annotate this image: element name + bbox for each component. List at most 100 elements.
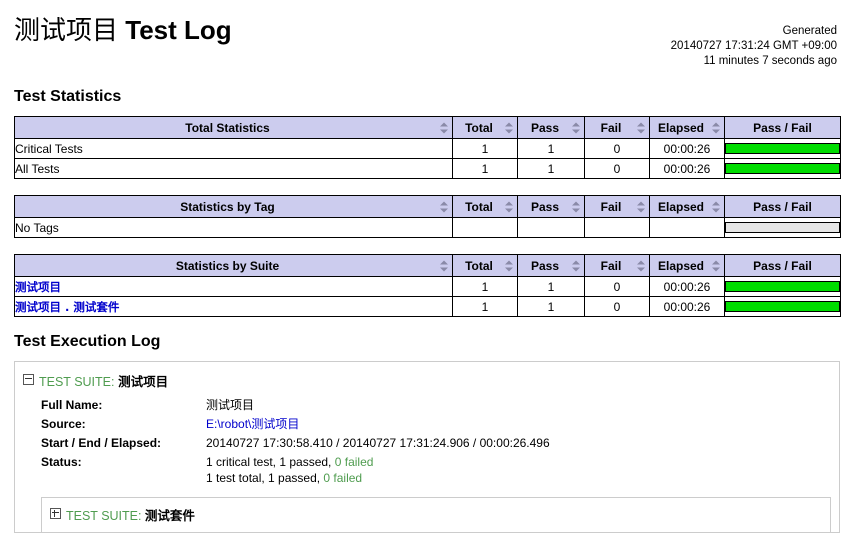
pass-fail-bar: [725, 143, 840, 154]
source-path-link[interactable]: E:\robot\测试项目: [206, 417, 299, 431]
metadata-key: Status:: [41, 455, 82, 469]
column-header-total[interactable]: Total: [452, 254, 518, 277]
column-header-pass-fail: Pass / Fail: [724, 195, 841, 218]
page-title-cjk: 测试项目: [14, 16, 119, 46]
column-header-name[interactable]: Total Statistics: [14, 116, 453, 139]
column-header-elapsed[interactable]: Elapsed: [649, 116, 725, 139]
sort-arrows-icon[interactable]: [505, 260, 514, 271]
column-header-label: Fail: [600, 120, 622, 135]
row-pass-fail-bar-cell: [724, 276, 841, 297]
column-header-pass[interactable]: Pass: [517, 254, 585, 277]
column-header-label: Pass / Fail: [753, 199, 812, 214]
sort-arrows-icon[interactable]: [637, 260, 646, 271]
row-pass-cell: 1: [517, 296, 585, 317]
column-header-elapsed[interactable]: Elapsed: [649, 195, 725, 218]
column-header-pass[interactable]: Pass: [517, 195, 585, 218]
metadata-row: Full Name: 测试项目: [41, 396, 550, 415]
child-suite-row[interactable]: TEST SUITE: 测试套件: [41, 497, 831, 532]
sort-arrows-icon[interactable]: [440, 260, 449, 271]
row-elapsed-cell: 00:00:26: [649, 276, 725, 297]
row-elapsed-cell: 00:00:26: [649, 158, 725, 179]
table-row: 测试项目 1 1 0 00:00:26: [14, 276, 841, 297]
row-pass-fail-bar-cell: [724, 217, 841, 238]
collapse-toggle-icon[interactable]: [23, 374, 34, 385]
row-elapsed-cell: 00:00:26: [649, 296, 725, 317]
pass-fail-bar: [725, 301, 840, 312]
column-header-pass-fail: Pass / Fail: [724, 254, 841, 277]
row-total-cell: 1: [452, 276, 518, 297]
sort-arrows-icon[interactable]: [572, 260, 581, 271]
column-header-fail[interactable]: Fail: [584, 116, 650, 139]
row-name-cell[interactable]: 测试项目: [14, 276, 453, 297]
expand-toggle-icon[interactable]: [50, 508, 61, 519]
sort-arrows-icon[interactable]: [637, 122, 646, 133]
column-header-pass-fail: Pass / Fail: [724, 116, 841, 139]
column-header-label: Total: [465, 258, 493, 273]
row-pass-cell: 1: [517, 158, 585, 179]
suite-name: 测试项目: [118, 374, 169, 389]
table-row: No Tags: [14, 217, 841, 238]
row-pass-fail-bar-cell: [724, 158, 841, 179]
suite-stat-link[interactable]: 测试项目 . 测试套件: [15, 300, 119, 314]
column-header-label: Total: [465, 199, 493, 214]
status-critical-failed: 0 failed: [334, 455, 374, 469]
generated-ago: 11 minutes 7 seconds ago: [703, 55, 837, 67]
row-total-cell: 1: [452, 138, 518, 159]
column-header-label: Pass / Fail: [753, 258, 812, 273]
column-header-total[interactable]: Total: [452, 195, 518, 218]
row-name-cell[interactable]: 测试项目 . 测试套件: [14, 296, 453, 317]
suite-stat-link[interactable]: 测试项目: [15, 280, 61, 294]
column-header-fail[interactable]: Fail: [584, 195, 650, 218]
sort-arrows-icon[interactable]: [572, 201, 581, 212]
column-header-name[interactable]: Statistics by Suite: [14, 254, 453, 277]
metadata-row: Start / End / Elapsed: 20140727 17:30:58.…: [41, 434, 550, 453]
sort-arrows-icon[interactable]: [712, 122, 721, 133]
pass-fail-bar: [725, 281, 840, 292]
column-header-elapsed[interactable]: Elapsed: [649, 254, 725, 277]
sort-arrows-icon[interactable]: [440, 201, 449, 212]
row-pass-cell: [517, 217, 585, 238]
status-total-failed: 0 failed: [323, 471, 363, 485]
row-total-cell: 1: [452, 158, 518, 179]
column-header-label: Elapsed: [657, 258, 705, 273]
metadata-value[interactable]: E:\robot\测试项目: [206, 415, 550, 434]
suite-type-label: TEST SUITE:: [39, 375, 115, 389]
document-header: 测试项目 Test Log Generated 20140727 17:31:2…: [14, 15, 839, 74]
execution-log-box: TEST SUITE: 测试项目 Full Name: 测试项目 Source: E:…: [14, 361, 840, 533]
generated-label: Generated: [782, 25, 837, 37]
pass-fail-bar: [725, 163, 840, 174]
pass-fill: [726, 144, 839, 153]
suite-header-root[interactable]: TEST SUITE: 测试项目: [15, 371, 839, 390]
row-name-label: Critical Tests: [15, 141, 83, 156]
child-suite-type-label: TEST SUITE:: [66, 509, 142, 523]
sort-arrows-icon[interactable]: [572, 122, 581, 133]
column-header-pass[interactable]: Pass: [517, 116, 585, 139]
column-header-label: Pass / Fail: [753, 120, 812, 135]
sort-arrows-icon[interactable]: [637, 201, 646, 212]
metadata-row: Source: E:\robot\测试项目: [41, 415, 550, 434]
page-title-en: Test Log: [125, 15, 232, 45]
row-elapsed-cell: [649, 217, 725, 238]
column-header-label: Total: [465, 120, 493, 135]
row-fail-cell: 0: [584, 296, 650, 317]
sort-arrows-icon[interactable]: [712, 201, 721, 212]
row-fail-cell: 0: [584, 138, 650, 159]
sort-arrows-icon[interactable]: [505, 201, 514, 212]
sort-arrows-icon[interactable]: [505, 122, 514, 133]
sort-arrows-icon[interactable]: [712, 260, 721, 271]
row-name-label: No Tags: [15, 220, 59, 235]
pass-fill: [726, 164, 839, 173]
metadata-value: 20140727 17:30:58.410 / 20140727 17:31:2…: [206, 436, 550, 450]
table-header-row: Statistics by Tag Total Pass Fail Elapsed Pas…: [14, 195, 841, 218]
statistics-tables: Total Statistics Total Pass Fail Elapsed Pass…: [14, 116, 841, 317]
pass-fill: [726, 282, 839, 291]
column-header-name[interactable]: Statistics by Tag: [14, 195, 453, 218]
child-suite-name: 测试套件: [144, 508, 195, 523]
sort-arrows-icon[interactable]: [440, 122, 449, 133]
row-total-cell: 1: [452, 296, 518, 317]
metadata-row: Status: 1 critical test, 1 passed, 0 fail…: [41, 453, 550, 488]
column-header-label: Elapsed: [657, 120, 705, 135]
column-header-fail[interactable]: Fail: [584, 254, 650, 277]
column-header-total[interactable]: Total: [452, 116, 518, 139]
status-total-text: 1 test total, 1 passed,: [206, 471, 324, 485]
